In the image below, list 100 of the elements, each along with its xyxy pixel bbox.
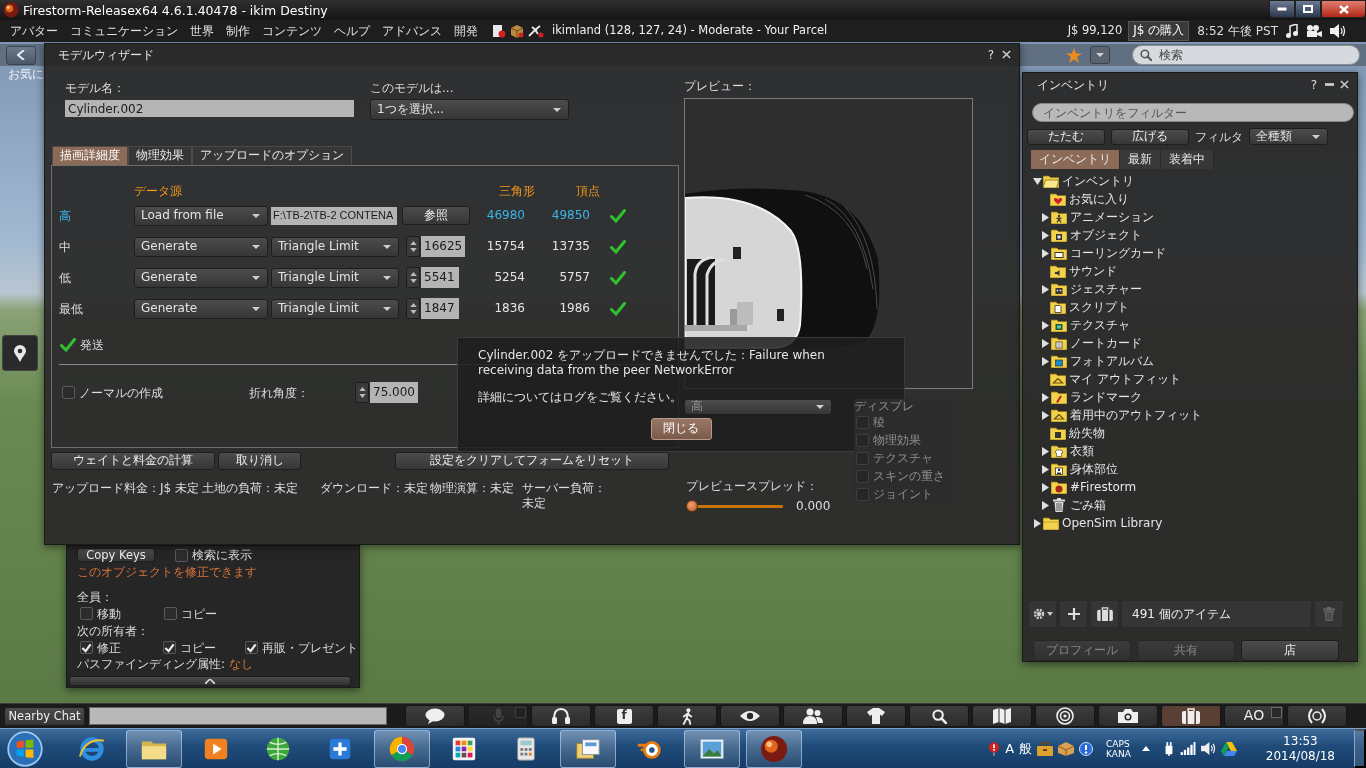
folder-label[interactable]: 身体部位 — [1070, 461, 1118, 477]
model-name-field[interactable]: Cylinder.002 — [65, 100, 354, 117]
right-arrow-icon[interactable] — [1042, 464, 1049, 474]
method-dropdown[interactable]: Triangle Limit — [271, 236, 399, 257]
right-arrow-icon[interactable] — [1034, 518, 1041, 528]
folder-label[interactable]: お気に入り — [1069, 191, 1129, 207]
alert-balloon-icon[interactable] — [988, 741, 1001, 756]
close-icon[interactable] — [1002, 50, 1011, 60]
right-arrow-icon[interactable] — [1042, 392, 1049, 402]
triangle-limit-field[interactable]: 16625 — [421, 236, 466, 257]
spinner-buttons[interactable] — [355, 382, 369, 403]
action-button[interactable]: 取り消し — [218, 452, 301, 470]
minimize-icon[interactable] — [1325, 83, 1334, 87]
triangle-limit-field[interactable]: 1847 — [421, 298, 459, 319]
toolbox-icon[interactable] — [1037, 741, 1054, 756]
folder-label[interactable]: OpenSim Library — [1062, 515, 1163, 531]
checkbox[interactable] — [162, 641, 176, 654]
taskbar-app-button[interactable] — [374, 729, 430, 768]
tab[interactable]: アップロードのオプション — [192, 146, 352, 165]
toolbar-button[interactable]: f — [594, 705, 654, 727]
right-arrow-icon[interactable] — [1042, 212, 1049, 222]
file-path-field[interactable]: F:\TB-2\TB-2 CONTENA — [271, 206, 397, 225]
trash-button[interactable] — [1314, 600, 1344, 628]
folder-label[interactable]: #Firestorm — [1070, 479, 1137, 495]
folder-label[interactable]: サウンド — [1069, 263, 1117, 279]
close-button[interactable] — [1321, 0, 1366, 18]
checkbox-label[interactable]: 再販・プレゼント — [262, 640, 359, 655]
signal-bars-icon[interactable] — [1179, 742, 1196, 755]
help-button[interactable]: ? — [1310, 77, 1317, 93]
lod-level-label[interactable]: 中 — [59, 239, 71, 254]
crease-angle-field[interactable]: 75.000 — [370, 382, 418, 403]
toolbar-button[interactable] — [531, 705, 591, 727]
suitcase-button[interactable] — [1090, 600, 1119, 628]
toolbar-button[interactable] — [909, 705, 969, 727]
checkbox[interactable] — [245, 641, 259, 654]
checkbox-label[interactable]: コピー — [179, 640, 216, 655]
menu-item[interactable]: 開発 — [448, 23, 484, 39]
minimize-button[interactable] — [1269, 0, 1295, 18]
right-arrow-icon[interactable] — [1042, 338, 1049, 348]
checkbox[interactable] — [164, 607, 177, 620]
right-arrow-icon[interactable] — [1042, 500, 1049, 510]
toolbar-button[interactable] — [657, 705, 717, 727]
right-arrow-icon[interactable] — [1042, 284, 1049, 294]
right-arrow-icon[interactable] — [1042, 356, 1049, 366]
chat-input-field[interactable] — [89, 707, 387, 725]
toolbar-button[interactable] — [1035, 705, 1095, 727]
right-arrow-icon[interactable] — [1042, 482, 1049, 492]
speaker-icon[interactable] — [1200, 742, 1216, 755]
help-button[interactable]: ? — [987, 47, 994, 63]
search-field[interactable]: 検索 — [1132, 45, 1360, 65]
menu-item[interactable]: 世界 — [184, 23, 220, 39]
checkbox[interactable] — [175, 548, 188, 562]
checkbox-label[interactable]: 修正 — [97, 640, 121, 655]
right-arrow-icon[interactable] — [1042, 230, 1049, 240]
start-orb-icon[interactable] — [7, 730, 43, 767]
toolbar-button[interactable] — [846, 705, 906, 727]
close-icon[interactable] — [1340, 80, 1349, 90]
buy-currency-button[interactable]: J$ の購入 — [1128, 21, 1190, 41]
lod-level-label[interactable]: 低 — [59, 270, 71, 285]
taskbar-app-button[interactable] — [560, 729, 616, 768]
checkbox[interactable] — [80, 607, 93, 620]
maximize-button[interactable] — [1295, 0, 1321, 18]
folder-label[interactable]: テクスチャ — [1070, 317, 1130, 333]
slider-thumb[interactable] — [686, 500, 698, 512]
nearby-chat-button[interactable]: Nearby Chat — [4, 706, 85, 726]
gear-menu-button[interactable] — [1028, 600, 1057, 628]
filter-type-dropdown[interactable]: 全種類 — [1249, 128, 1328, 145]
down-arrow-icon[interactable] — [1033, 177, 1042, 185]
folder-label[interactable]: マイ アウトフィット — [1069, 371, 1181, 387]
toolbar-button[interactable] — [972, 705, 1032, 727]
right-arrow-icon[interactable] — [1042, 248, 1049, 258]
input-mode-text[interactable]: A — [1005, 740, 1015, 757]
tree-button[interactable]: 広げる — [1111, 128, 1189, 145]
toolbar-button[interactable] — [783, 705, 843, 727]
spinner-buttons[interactable] — [406, 298, 420, 319]
folder-label[interactable]: スクリプト — [1069, 299, 1129, 315]
drive-icon[interactable] — [1220, 741, 1237, 756]
model-type-dropdown[interactable]: 1つを選択... — [370, 99, 569, 120]
folder-label[interactable]: 紛失物 — [1069, 425, 1105, 441]
folder-label[interactable]: 着用中のアウトフィット — [1070, 407, 1202, 423]
action-button[interactable]: ウェイトと料金の計算 — [51, 452, 215, 470]
package-icon[interactable] — [1058, 741, 1075, 756]
menu-item[interactable]: ヘルプ — [328, 23, 376, 39]
toolbar-button[interactable]: AO — [1224, 705, 1284, 727]
filter-field[interactable]: インベントリをフィルター — [1032, 103, 1354, 122]
source-dropdown[interactable]: Generate — [134, 298, 268, 319]
location-pin-button[interactable] — [2, 335, 38, 371]
folder-label[interactable]: 衣類 — [1070, 443, 1094, 459]
method-dropdown[interactable]: Triangle Limit — [271, 298, 399, 319]
menu-item[interactable]: 制作 — [220, 23, 256, 39]
checkbox[interactable] — [80, 641, 93, 654]
star-icon[interactable] — [1066, 47, 1082, 63]
toolbar-button[interactable] — [405, 705, 465, 727]
taskbar-app-button[interactable] — [684, 729, 740, 768]
exclamation-circle-icon[interactable] — [1079, 741, 1094, 756]
spinner-buttons[interactable] — [406, 236, 420, 257]
checkbox-label[interactable]: コピー — [181, 606, 217, 621]
tab[interactable]: 最新 — [1120, 150, 1161, 169]
show-hidden-icon[interactable] — [1141, 746, 1150, 751]
lod-level-label[interactable]: 高 — [59, 208, 71, 223]
